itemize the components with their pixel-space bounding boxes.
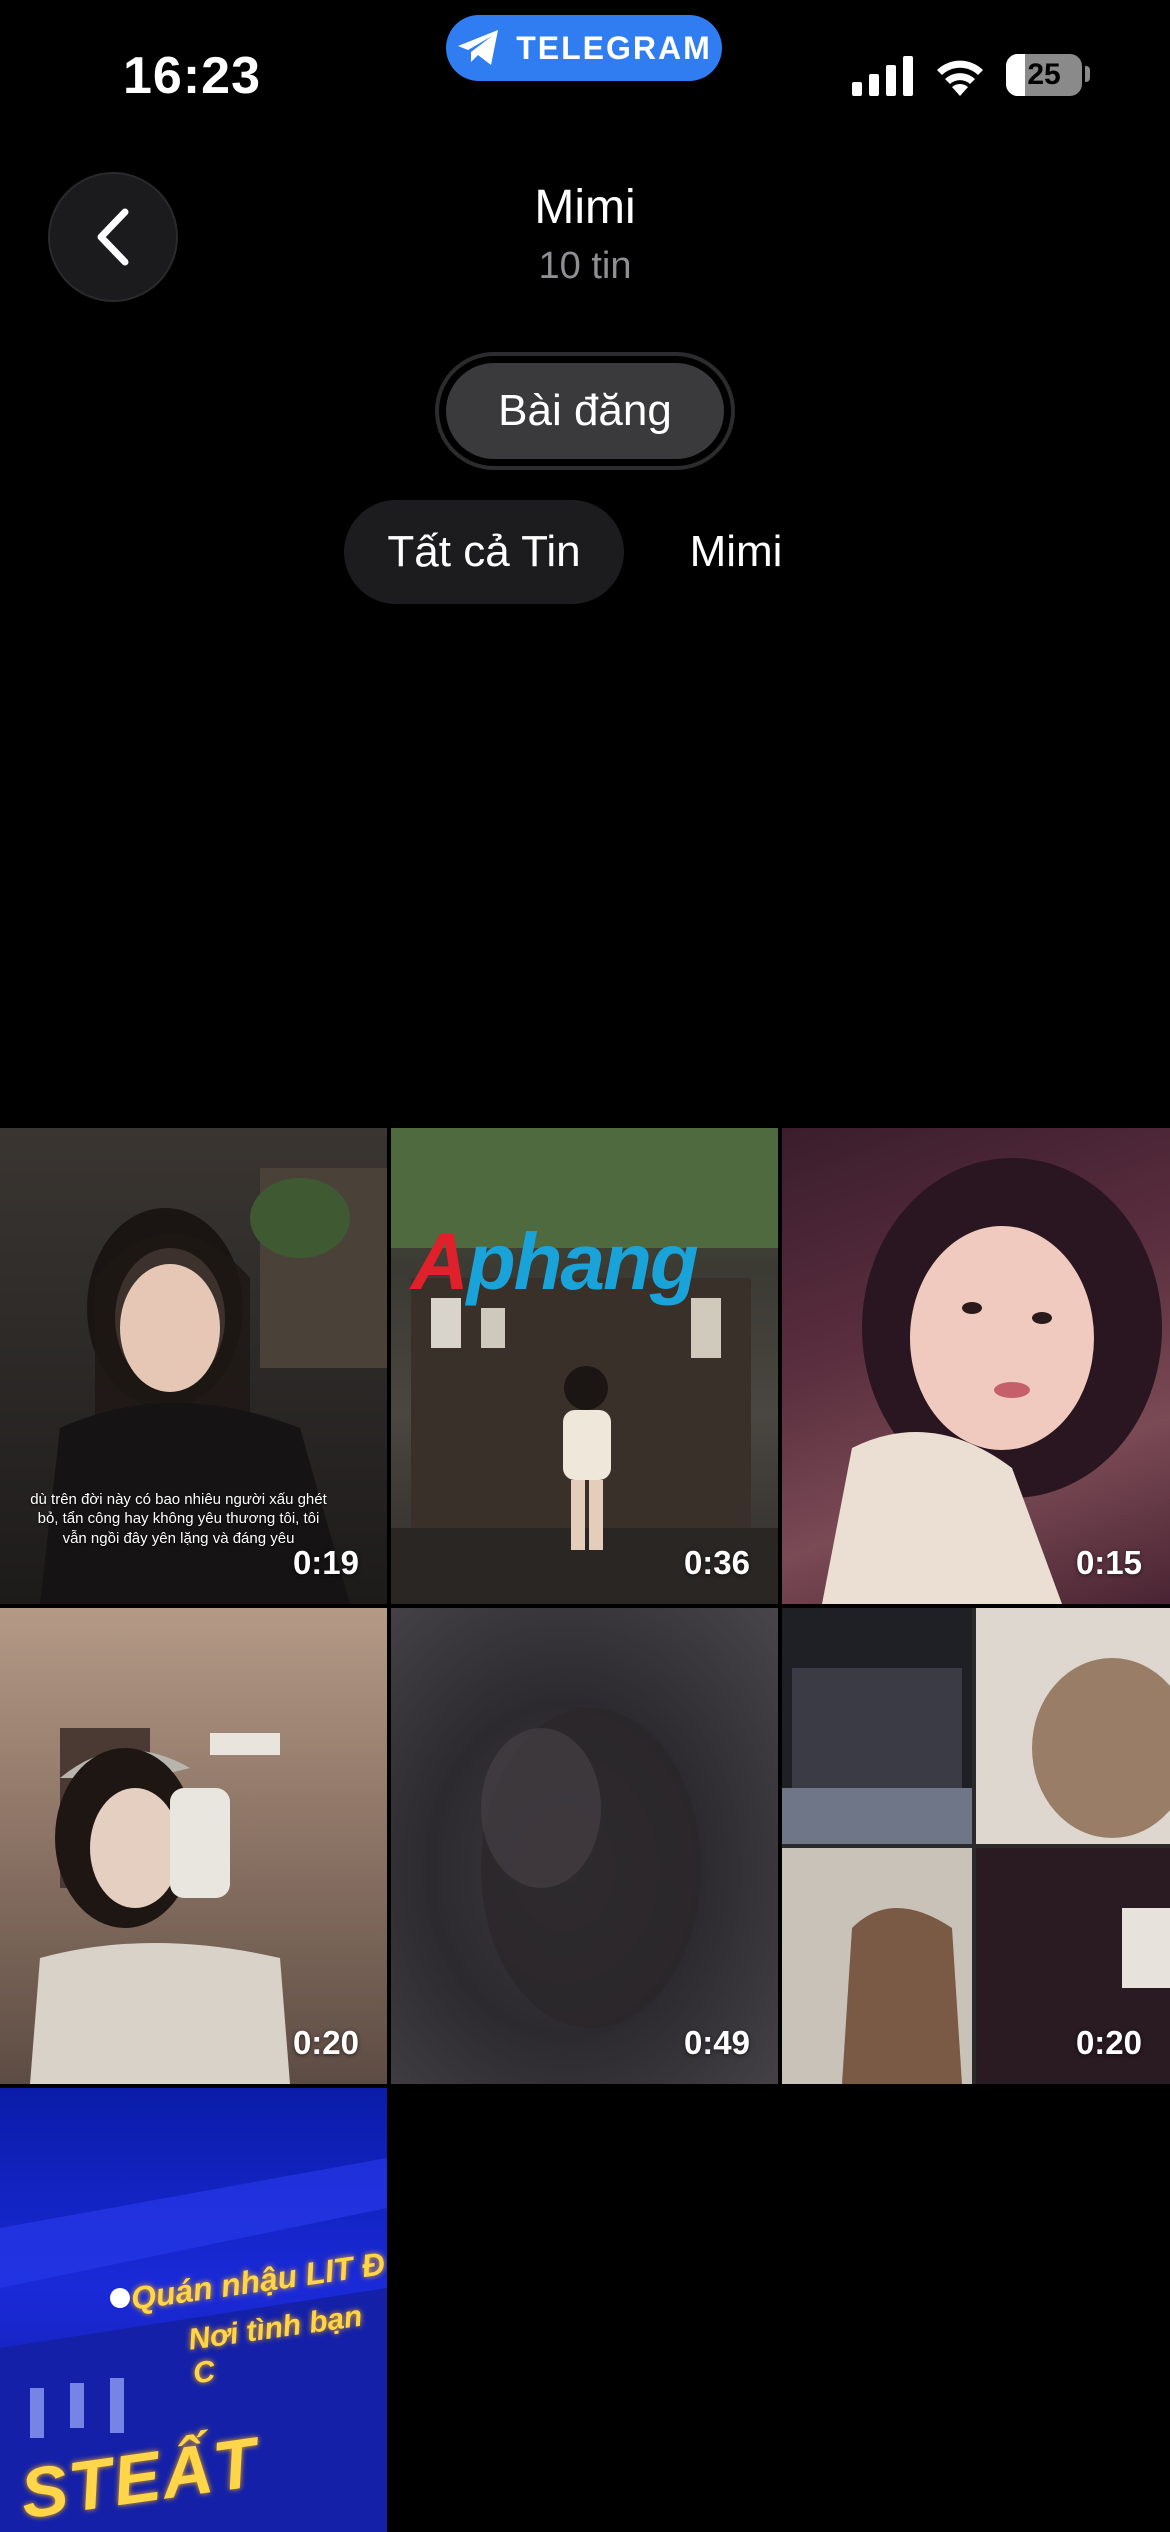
- video-duration: 0:20: [1075, 2024, 1142, 2061]
- cellular-signal-icon: [852, 56, 913, 96]
- story-tile[interactable]: 0:49: [391, 1608, 778, 2084]
- video-duration: 0:36: [683, 1544, 750, 1581]
- battery-level: 25: [1027, 58, 1061, 91]
- page-title: Mimi: [534, 181, 636, 234]
- battery-fill: [1006, 54, 1025, 96]
- story-count: 10 tin: [538, 245, 632, 287]
- video-duration: 0:19: [292, 1544, 359, 1581]
- video-duration: 0:20: [292, 2024, 359, 2061]
- selfie-thumbnail: [822, 1158, 1162, 1604]
- story-archive-screen: 16:23 TELEGRAM 25 Mimi 10 tin Bài đăng T…: [0, 0, 1170, 2532]
- cafe-thumbnail: [391, 1128, 778, 1604]
- telegram-label: TELEGRAM: [516, 29, 712, 66]
- wifi-icon: [937, 60, 983, 96]
- video-caption: dù trên đời này có bao nhiêu người xấu g…: [30, 1490, 327, 1547]
- blurred-thumbnail: [481, 1708, 701, 2028]
- video-duration: 0:15: [1075, 1544, 1142, 1581]
- story-tile[interactable]: 0:15: [782, 1128, 1170, 1604]
- story-tile[interactable]: 0:20: [782, 1608, 1170, 2084]
- watermark: Aphang: [411, 1217, 699, 1306]
- story-tile[interactable]: 0:20: [0, 1608, 387, 2084]
- story-tile[interactable]: Quán nhậu LIT Đ Nơi tình bạn C STEẤT: [0, 2088, 387, 2532]
- tab-all-stories[interactable]: Tất cả Tin: [344, 500, 624, 604]
- battery-icon: 25: [1006, 54, 1082, 96]
- posts-toggle[interactable]: Bài đăng: [435, 352, 735, 470]
- video-duration: 0:49: [683, 2024, 750, 2061]
- story-tile[interactable]: Aphang 0:36: [391, 1128, 778, 1604]
- story-tile[interactable]: dù trên đời này có bao nhiêu người xấu g…: [0, 1128, 387, 1604]
- status-time: 16:23: [123, 47, 261, 105]
- tab-mimi[interactable]: Mimi: [660, 500, 812, 604]
- mirror-selfie-thumbnail: [30, 1728, 290, 2084]
- telegram-plane-icon: [458, 30, 499, 65]
- collage-thumbnail: [782, 1608, 1170, 2084]
- posts-toggle-label: Bài đăng: [446, 363, 724, 459]
- battery-tip: [1085, 66, 1090, 82]
- telegram-return-pill[interactable]: TELEGRAM: [446, 15, 722, 81]
